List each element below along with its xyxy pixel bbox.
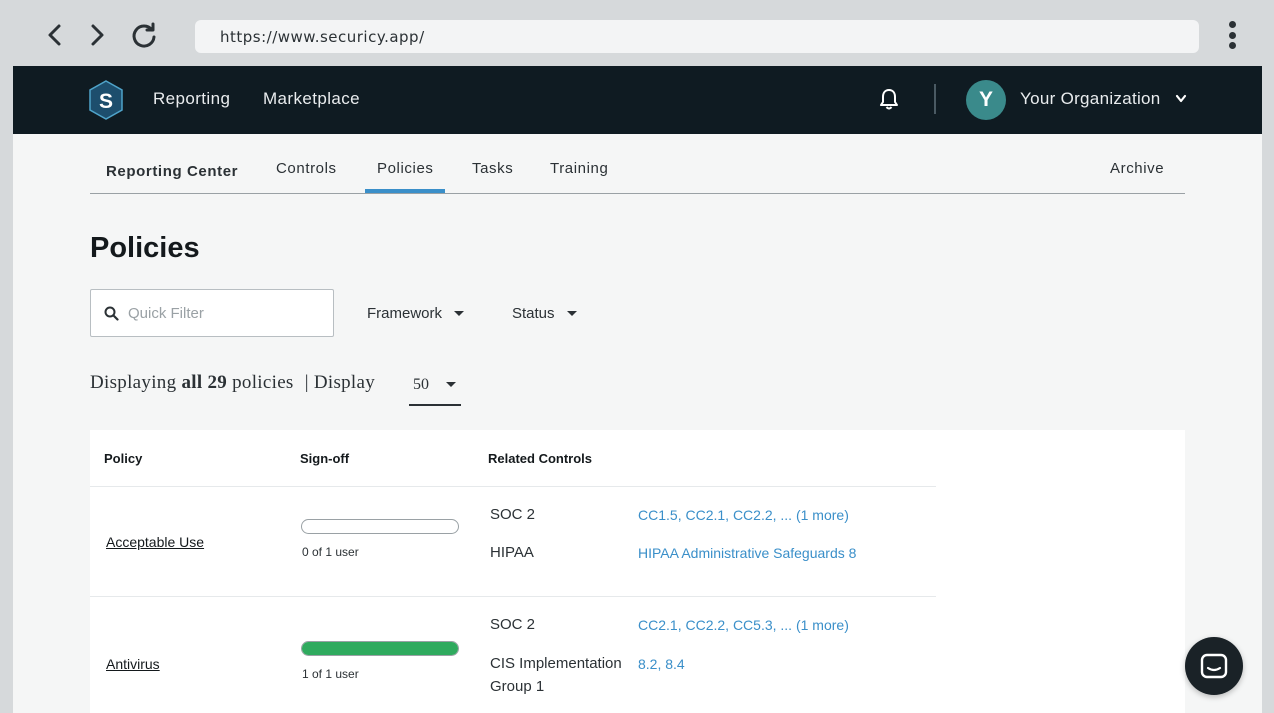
framework-dropdown-label: Framework bbox=[367, 305, 443, 322]
tab-controls[interactable]: Controls bbox=[276, 160, 337, 177]
row-divider bbox=[90, 486, 936, 487]
nav-reporting[interactable]: Reporting bbox=[153, 89, 230, 109]
caret-down-icon bbox=[454, 311, 465, 316]
control-links: CC2.1, CC2.2, CC5.3, ... (1 more) bbox=[638, 617, 849, 633]
display-count: all 29 bbox=[181, 372, 228, 393]
control-link[interactable]: CC2.2 bbox=[733, 507, 773, 523]
control-links: CC1.5, CC2.1, CC2.2, ... (1 more) bbox=[638, 507, 849, 523]
active-tab-indicator bbox=[365, 189, 445, 193]
chevron-down-icon[interactable] bbox=[1175, 94, 1187, 104]
policy-link[interactable]: Antivirus bbox=[106, 656, 160, 672]
control-link[interactable]: 8.4 bbox=[665, 656, 684, 672]
tab-archive[interactable]: Archive bbox=[1110, 160, 1164, 177]
more-controls-link[interactable]: ... (1 more) bbox=[780, 617, 848, 633]
control-links: 8.2, 8.4 bbox=[638, 656, 685, 672]
notification-bell-icon[interactable] bbox=[879, 88, 899, 110]
row-divider bbox=[90, 596, 936, 597]
reload-icon[interactable] bbox=[129, 18, 159, 52]
framework-name: CIS Implementation Group 1 bbox=[490, 655, 622, 695]
svg-text:S: S bbox=[99, 90, 113, 113]
signoff-text: 0 of 1 user bbox=[302, 545, 359, 559]
chat-launcher-button[interactable] bbox=[1185, 637, 1243, 695]
tab-training[interactable]: Training bbox=[550, 160, 608, 177]
column-header-signoff[interactable]: Sign-off bbox=[300, 451, 349, 466]
signoff-text: 1 of 1 user bbox=[302, 667, 359, 681]
display-separator: | Display bbox=[304, 372, 376, 393]
quick-filter-input[interactable] bbox=[128, 304, 318, 322]
display-summary: Displaying all 29 policies | Display bbox=[90, 372, 375, 394]
display-suffix: policies bbox=[232, 372, 294, 393]
status-dropdown-label: Status bbox=[512, 305, 555, 322]
nav-divider bbox=[934, 84, 936, 114]
back-icon[interactable] bbox=[40, 18, 70, 52]
page-title: Policies bbox=[90, 232, 200, 264]
chat-icon bbox=[1200, 653, 1228, 679]
tab-tasks[interactable]: Tasks bbox=[472, 160, 513, 177]
column-header-policy[interactable]: Policy bbox=[104, 451, 142, 466]
organization-name[interactable]: Your Organization bbox=[1020, 89, 1161, 109]
more-controls-link[interactable]: ... (1 more) bbox=[780, 507, 848, 523]
signoff-progress-bar bbox=[301, 641, 459, 656]
top-navigation: S Reporting Marketplace Y Your Organizat… bbox=[13, 66, 1262, 134]
status-dropdown[interactable]: Status bbox=[512, 305, 577, 322]
control-link[interactable]: 8.2 bbox=[638, 656, 657, 672]
address-bar[interactable]: https://www.securicy.app/ bbox=[195, 20, 1199, 53]
framework-dropdown[interactable]: Framework bbox=[367, 305, 465, 322]
browser-toolbar: https://www.securicy.app/ bbox=[0, 0, 1274, 66]
control-links: HIPAA Administrative Safeguards 8 bbox=[638, 545, 856, 561]
policies-table: Policy Sign-off Related Controls Accepta… bbox=[90, 430, 1185, 713]
framework-name: SOC 2 bbox=[490, 506, 536, 523]
display-prefix: Displaying bbox=[90, 372, 177, 393]
caret-down-icon bbox=[446, 382, 456, 387]
search-icon bbox=[104, 306, 119, 321]
signoff-progress-fill bbox=[302, 642, 458, 655]
control-link[interactable]: HIPAA Administrative Safeguards 8 bbox=[638, 545, 856, 561]
avatar[interactable]: Y bbox=[966, 80, 1006, 120]
policy-link[interactable]: Acceptable Use bbox=[106, 534, 204, 550]
quick-filter bbox=[90, 289, 334, 337]
browser-menu-icon[interactable] bbox=[1222, 18, 1242, 52]
control-link[interactable]: CC1.5 bbox=[638, 507, 678, 523]
caret-down-icon bbox=[566, 311, 577, 316]
column-header-related-controls: Related Controls bbox=[488, 451, 593, 466]
reporting-center-title: Reporting Center bbox=[106, 163, 239, 180]
app-window: S Reporting Marketplace Y Your Organizat… bbox=[13, 66, 1262, 713]
framework-name: SOC 2 bbox=[490, 616, 536, 633]
reporting-subnav: Reporting Center Controls Policies Tasks… bbox=[90, 134, 1185, 194]
control-link[interactable]: CC2.1 bbox=[685, 507, 725, 523]
framework-name: HIPAA bbox=[490, 544, 534, 561]
control-link[interactable]: CC5.3 bbox=[733, 617, 773, 633]
page-size-value: 50 bbox=[413, 376, 429, 393]
tab-policies[interactable]: Policies bbox=[377, 160, 434, 177]
control-link[interactable]: CC2.2 bbox=[685, 617, 725, 633]
signoff-progress-bar bbox=[301, 519, 459, 534]
nav-marketplace[interactable]: Marketplace bbox=[263, 89, 360, 109]
control-link[interactable]: CC2.1 bbox=[638, 617, 678, 633]
forward-icon[interactable] bbox=[82, 18, 112, 52]
securicy-logo-icon[interactable]: S bbox=[88, 80, 124, 120]
page-size-select[interactable]: 50 bbox=[409, 372, 461, 406]
